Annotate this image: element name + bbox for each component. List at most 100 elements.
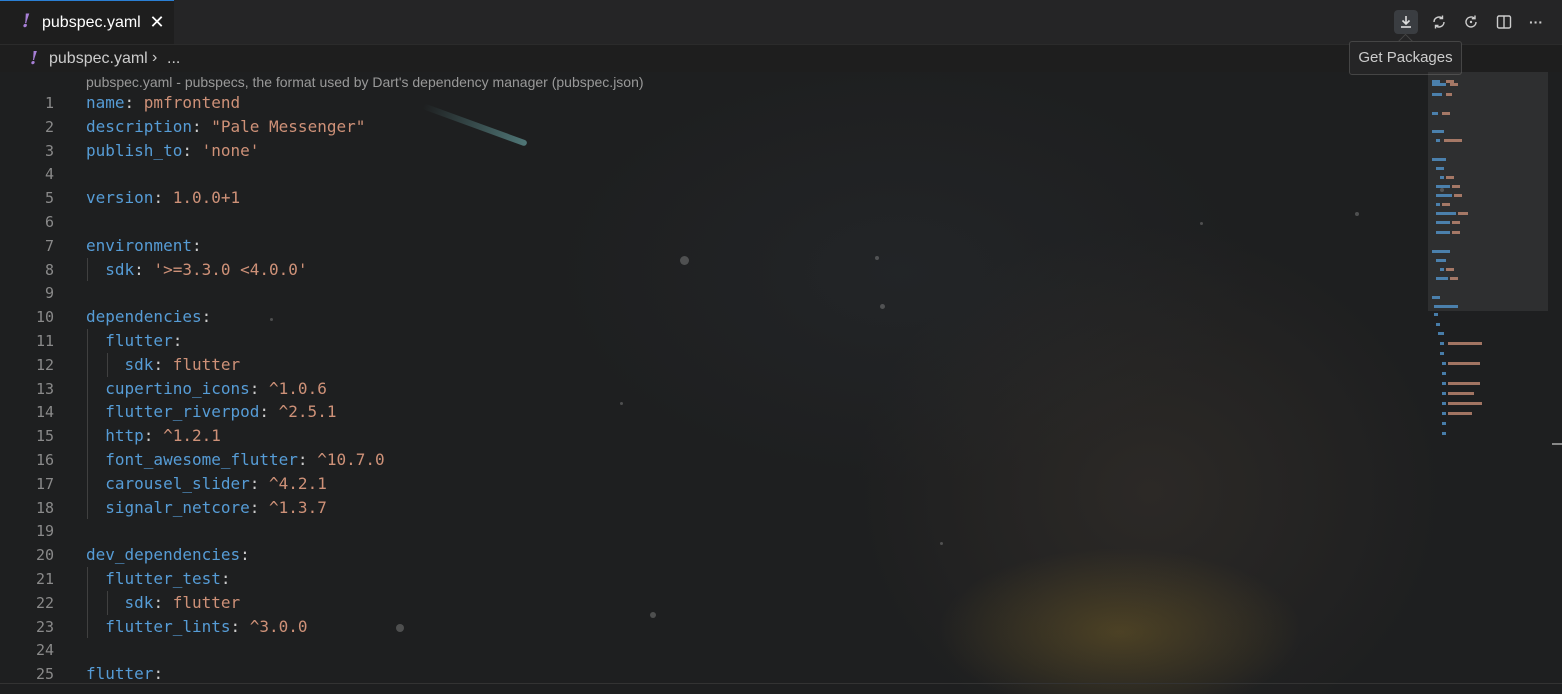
breadcrumb-more[interactable]: ... [167, 50, 180, 68]
minimap-line [1432, 158, 1446, 161]
line-number: 19 [35, 522, 54, 541]
minimap-line [1438, 332, 1444, 335]
minimap-line [1442, 422, 1446, 425]
close-icon[interactable]: ✕ [148, 11, 166, 33]
minimap[interactable] [1428, 72, 1548, 684]
line-number: 22 [35, 593, 54, 612]
yaml-value: 1.0.0+1 [172, 188, 241, 208]
minimap-line [1452, 185, 1460, 188]
yaml-separator: : [191, 235, 202, 255]
minimap-line [1436, 139, 1440, 142]
breadcrumb: ! pubspec.yaml › ... [0, 45, 1562, 73]
code-line: sdk: flutter [86, 591, 241, 615]
code-line: publish_to: 'none' [86, 139, 259, 163]
line-number: 20 [35, 546, 54, 565]
restart-button[interactable] [1459, 10, 1483, 34]
yaml-key: signalr_netcore [105, 497, 250, 517]
yaml-separator: : [220, 569, 231, 588]
schema-codelens[interactable]: pubspec.yaml - pubspecs, the format used… [86, 74, 644, 90]
yaml-key: flutter [105, 331, 173, 350]
minimap-viewport[interactable] [1428, 72, 1548, 311]
line-number: 6 [44, 213, 54, 231]
yaml-key: sdk [105, 259, 135, 279]
code-line: sdk: '>=3.3.0 <4.0.0' [86, 258, 308, 282]
indent-guide [87, 400, 88, 425]
minimap-line [1442, 412, 1446, 415]
yaml-key: http [105, 426, 144, 446]
indent-guide [87, 424, 88, 448]
tab-pubspec-yaml[interactable]: ! pubspec.yaml ✕ [0, 0, 174, 44]
minimap-line [1434, 313, 1438, 316]
tab-bar: ! pubspec.yaml ✕ ··· [0, 0, 1562, 45]
yaml-key: sdk [124, 354, 154, 374]
chevron-right-icon: › [152, 49, 158, 66]
more-actions-button[interactable]: ··· [1524, 10, 1548, 34]
yaml-separator: : [182, 140, 202, 160]
minimap-line [1446, 93, 1452, 96]
line-number: 7 [44, 236, 54, 255]
yaml-separator: : [153, 592, 173, 612]
indent-guide [87, 448, 88, 472]
yaml-key: sdk [124, 592, 154, 612]
minimap-line [1452, 231, 1460, 234]
minimap-line [1432, 130, 1444, 133]
star-decoration [620, 402, 623, 405]
star-decoration [880, 304, 885, 309]
minimap-line [1436, 212, 1456, 215]
sync-button[interactable] [1427, 10, 1451, 34]
yaml-key: cupertino_icons [105, 378, 250, 398]
star-decoration [1200, 222, 1203, 225]
minimap-line [1442, 392, 1446, 395]
sync-icon [1433, 15, 1445, 29]
minimap-line [1442, 203, 1450, 206]
split-editor-button[interactable] [1492, 10, 1516, 34]
yaml-value: "Pale Messenger" [211, 116, 366, 136]
minimap-line [1454, 194, 1462, 197]
indent-guide [87, 495, 88, 520]
yaml-key: environment [86, 235, 192, 255]
yaml-value: ^1.3.7 [269, 497, 327, 517]
line-number: 23 [35, 617, 54, 636]
yaml-key: version [86, 188, 154, 208]
star-decoration [1355, 212, 1359, 216]
line-number: 17 [35, 474, 54, 493]
minimap-line [1440, 268, 1444, 271]
line-number: 21 [35, 570, 54, 588]
yaml-key: flutter [86, 664, 154, 684]
minimap-line [1440, 176, 1444, 179]
scrollbar-marker [1552, 443, 1562, 445]
yaml-value: '>=3.3.0 <4.0.0' [153, 259, 308, 279]
line-number: 2 [44, 117, 54, 136]
line-number: 18 [35, 498, 54, 517]
minimap-line [1432, 83, 1446, 86]
yaml-separator: : [143, 426, 164, 446]
minimap-line [1448, 362, 1480, 365]
yaml-separator: : [240, 545, 250, 565]
minimap-line [1450, 83, 1458, 86]
minimap-line [1458, 212, 1468, 215]
indent-guide [87, 471, 88, 496]
code-line: dev_dependencies: [86, 543, 250, 567]
code-line: dependencies: [86, 305, 211, 329]
yaml-value: ^3.0.0 [249, 616, 308, 636]
split-editor-icon [1496, 15, 1512, 29]
yaml-separator: : [230, 616, 250, 636]
yaml-separator: : [249, 497, 270, 517]
yaml-separator: : [153, 354, 173, 374]
yaml-value: ^1.2.1 [163, 426, 221, 446]
line-number: 4 [44, 165, 54, 184]
line-number: 14 [35, 403, 54, 422]
minimap-line [1436, 231, 1450, 234]
line-number: 16 [35, 451, 54, 469]
breadcrumb-file[interactable]: pubspec.yaml [49, 50, 148, 68]
code-line: signalr_netcore: ^1.3.7 [86, 496, 327, 520]
yaml-key: dependencies [86, 307, 202, 327]
indent-guide [87, 329, 88, 353]
line-number: 10 [35, 308, 54, 327]
minimap-line [1448, 402, 1482, 405]
yaml-separator: : [201, 307, 212, 327]
minimap-line [1442, 432, 1446, 435]
minimap-line [1442, 402, 1446, 405]
minimap-line [1436, 277, 1448, 280]
get-packages-button[interactable] [1394, 10, 1418, 34]
